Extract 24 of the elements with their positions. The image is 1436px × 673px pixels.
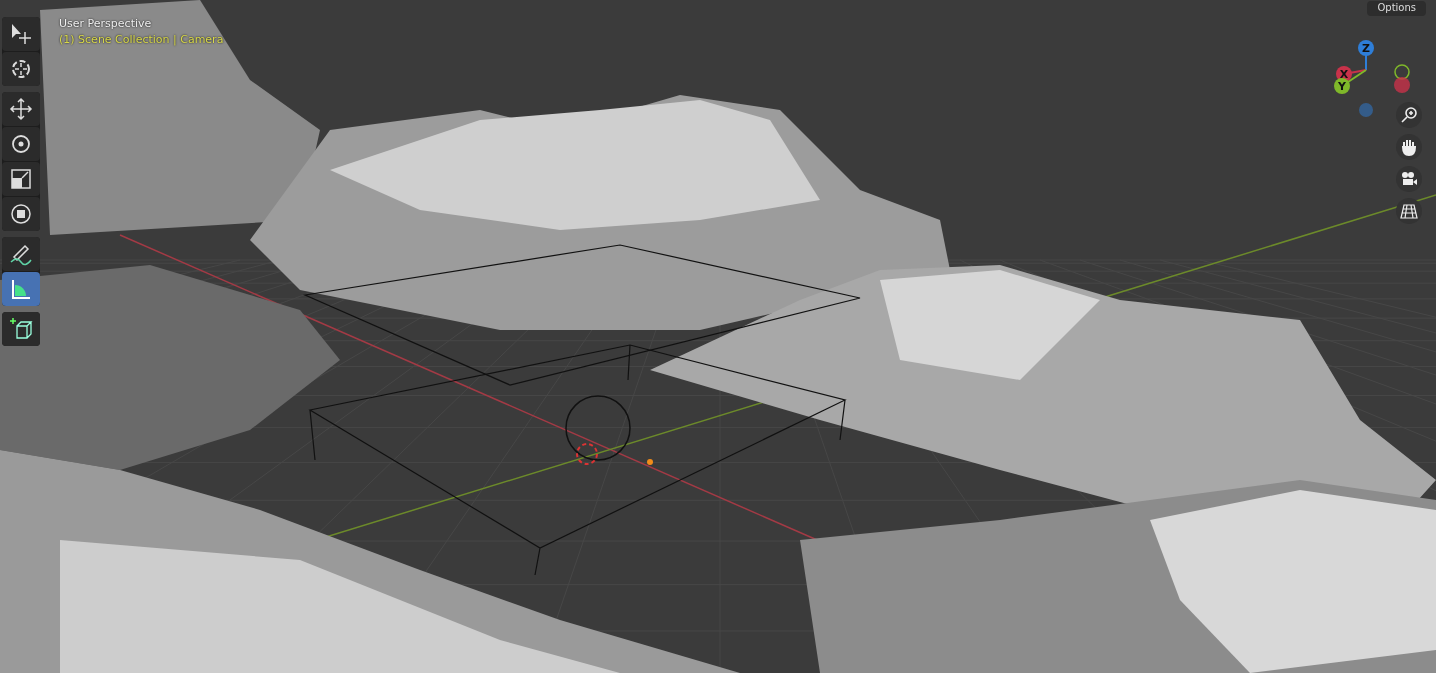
cursor-arrows-icon [9,22,33,46]
crosshair-circle-icon [9,57,33,81]
scale-squares-icon [9,167,33,191]
tool-button[interactable] [2,92,40,126]
tool-button[interactable] [2,17,40,51]
tool-button[interactable] [2,162,40,196]
tool-button[interactable] [2,237,40,271]
scene-context-label: (1) Scene Collection | Camera [59,33,224,46]
add-cube-icon [9,317,33,341]
pencil-icon [9,242,33,266]
magnifier-icon [1400,106,1418,124]
four-arrows-icon [9,97,33,121]
view-name: User Perspective [59,17,153,30]
camera-icon [1400,170,1418,188]
tool-button[interactable] [2,127,40,161]
transform-icon [9,202,33,226]
hand-icon [1400,138,1418,156]
options-button[interactable]: Options [1367,1,1426,16]
tool-button[interactable] [2,52,40,86]
tool-button[interactable] [2,272,40,306]
grid-icon [1400,202,1418,220]
ruler-icon [9,277,33,301]
tool-button[interactable] [2,312,40,346]
tool-button[interactable] [2,197,40,231]
